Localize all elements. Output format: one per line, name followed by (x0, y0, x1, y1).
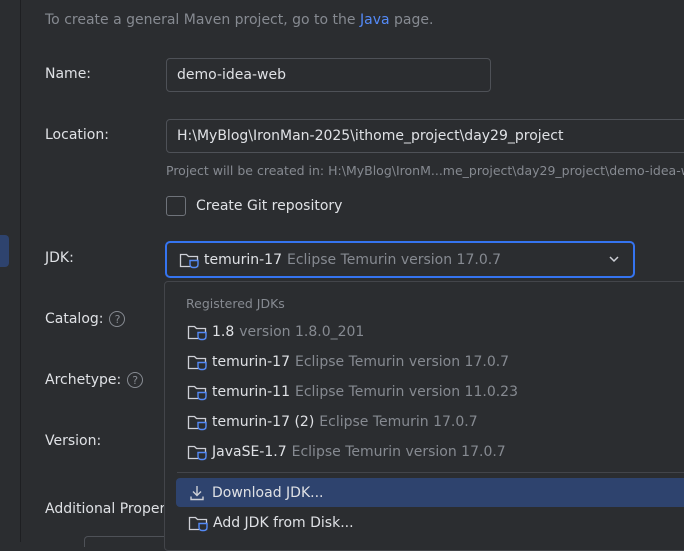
git-checkbox[interactable] (166, 196, 186, 216)
popup-separator (177, 472, 684, 473)
hint-suffix: page. (389, 12, 434, 28)
jdk-option-name: temurin-17 (2) (212, 414, 315, 430)
jdk-folder-icon (187, 445, 207, 461)
location-field[interactable]: H:\MyBlog\IronMan-2025\ithome_project\da… (166, 119, 684, 153)
download-jdk-label: Download JDK... (212, 484, 324, 501)
jdk-option[interactable]: 1.8 version 1.8.0_201 (187, 320, 364, 344)
jdk-selected-name: temurin-17 (204, 251, 282, 268)
hint-text: To create a general Maven project, go to… (45, 12, 360, 28)
jdk-combobox[interactable]: temurin-17 Eclipse Temurin version 17.0.… (165, 241, 635, 278)
jdk-option[interactable]: temurin-17 (2) Eclipse Temurin 17.0.7 (187, 410, 478, 434)
jdk-folder-icon (187, 355, 207, 371)
jdk-folder-icon (187, 385, 207, 401)
jdk-folder-icon (188, 516, 208, 531)
jdk-option-name: temurin-11 (212, 384, 290, 400)
download-jdk-action[interactable]: Download JDK... (176, 478, 684, 507)
registered-jdks-header: Registered JDKs (186, 296, 285, 311)
add-jdk-from-disk-label: Add JDK from Disk... (213, 514, 354, 531)
jdk-option[interactable]: temurin-17 Eclipse Temurin version 17.0.7 (187, 350, 509, 374)
jdk-option-name: JavaSE-1.7 (212, 444, 287, 460)
catalog-label-text: Catalog: (45, 311, 104, 327)
git-checkbox-label[interactable]: Create Git repository (196, 198, 342, 214)
version-label: Version: (45, 433, 102, 449)
jdk-option-desc: Eclipse Temurin version 17.0.7 (295, 354, 510, 370)
archetype-label-text: Archetype: (45, 372, 122, 388)
jdk-selected-desc: Eclipse Temurin version 17.0.7 (287, 251, 502, 268)
name-label: Name: (45, 66, 92, 82)
left-panel-selection[interactable] (0, 235, 9, 267)
jdk-option-name: 1.8 (212, 324, 235, 340)
jdk-option[interactable]: JavaSE-1.7 Eclipse Temurin version 17.0.7 (187, 440, 506, 464)
location-hint: Project will be created in: H:\MyBlog\Ir… (166, 163, 684, 178)
download-icon (190, 485, 204, 500)
jdk-folder-icon (187, 325, 207, 341)
help-icon[interactable]: ? (127, 372, 144, 388)
catalog-label: Catalog: ? (45, 311, 126, 327)
help-icon[interactable]: ? (109, 311, 126, 327)
jdk-dropdown-popup: Registered JDKs 1.8 version 1.8.0_201 tem… (164, 281, 684, 551)
name-field[interactable]: demo-idea-web (166, 58, 491, 92)
jdk-label: JDK: (45, 250, 74, 266)
archetype-label: Archetype: ? (45, 372, 144, 388)
additional-properties-label: Additional Proper (45, 501, 166, 517)
jdk-option-name: temurin-17 (212, 354, 290, 370)
location-label: Location: (45, 127, 109, 143)
jdk-folder-icon (187, 415, 207, 431)
chevron-down-icon[interactable] (607, 252, 621, 266)
jdk-option-desc: Eclipse Temurin version 11.0.23 (295, 384, 518, 400)
left-panel (0, 0, 21, 542)
java-page-link[interactable]: Java (360, 12, 390, 28)
add-jdk-from-disk-action[interactable]: Add JDK from Disk... (176, 508, 684, 537)
jdk-option[interactable]: temurin-11 Eclipse Temurin version 11.0.2… (187, 380, 518, 404)
jdk-option-desc: Eclipse Temurin version 17.0.7 (291, 444, 506, 460)
jdk-folder-icon (179, 253, 199, 268)
maven-hint: To create a general Maven project, go to… (45, 12, 433, 28)
jdk-option-desc: version 1.8.0_201 (239, 324, 365, 340)
jdk-option-desc: Eclipse Temurin 17.0.7 (319, 414, 478, 430)
